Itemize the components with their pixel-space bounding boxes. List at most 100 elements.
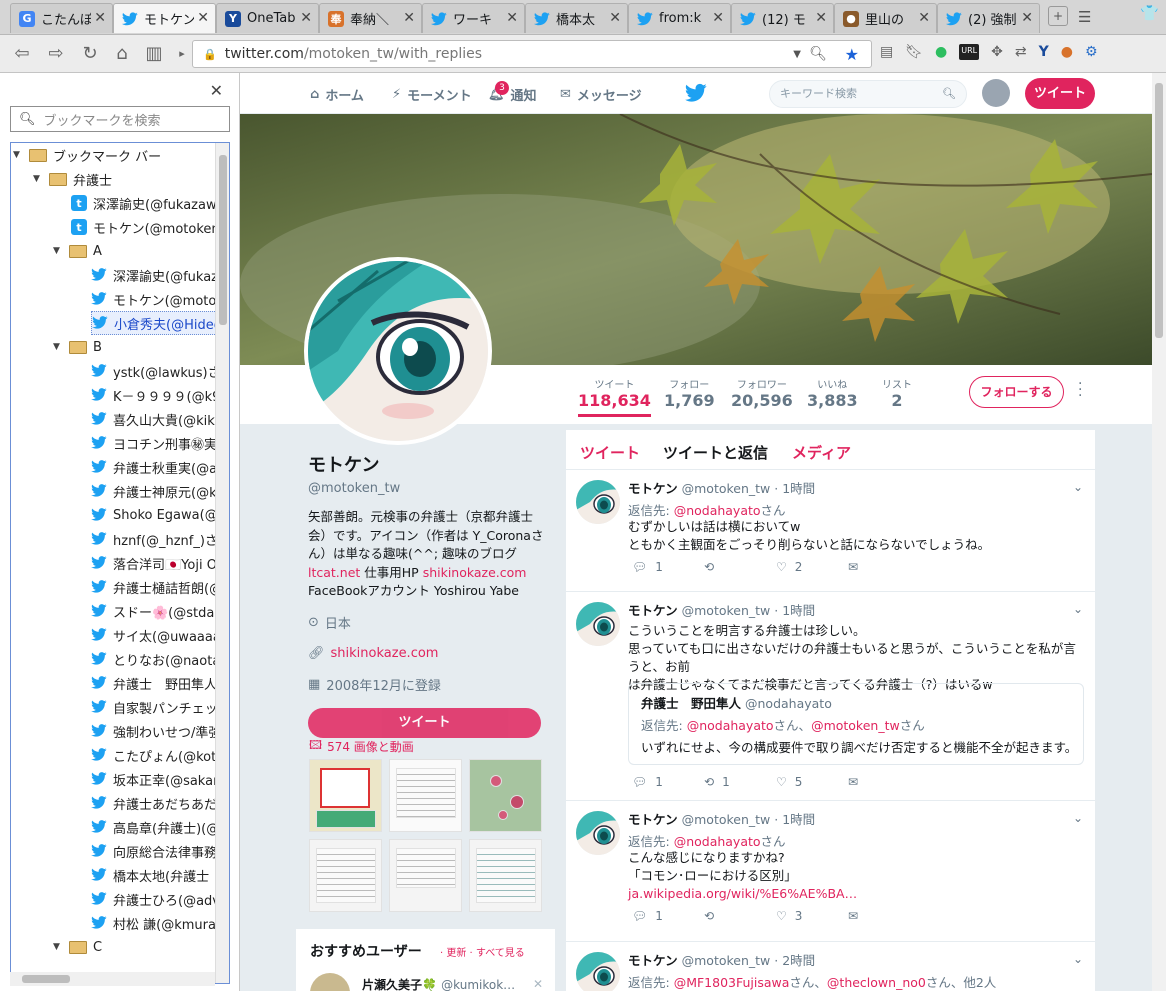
tweet-avatar[interactable] xyxy=(576,602,620,646)
media-thumbnail[interactable] xyxy=(389,839,462,912)
tree-scrollbar[interactable] xyxy=(215,143,229,983)
tweet[interactable]: モトケン @motoken_tw · 1時間 ⌄ 返信先: @nodahayatoさ… xyxy=(566,470,1095,592)
tab-9[interactable]: (2) 強制 ✕ xyxy=(937,3,1040,33)
bookmark-item[interactable]: 喜久山大貴(@kiku xyxy=(91,407,223,431)
media-thumbnail[interactable] xyxy=(469,759,542,832)
tab-close-icon[interactable]: ✕ xyxy=(197,10,209,26)
account-avatar[interactable] xyxy=(982,79,1010,107)
bookmark-star-icon[interactable]: ★ xyxy=(845,45,859,64)
chevron-down-icon[interactable]: ⌄ xyxy=(1073,811,1083,825)
tab-8[interactable]: ● 里山の ✕ xyxy=(834,3,937,33)
tab-2[interactable]: Y OneTab ✕ xyxy=(216,3,319,33)
bookmark-item[interactable]: 弁護士ひろ(@adv xyxy=(91,887,220,911)
bookmark-item[interactable]: 小倉秀夫(@Hideo xyxy=(91,311,229,335)
tree-horizontal-scrollbar[interactable] xyxy=(10,972,215,986)
media-thumbnail[interactable] xyxy=(469,839,542,912)
tab-close-icon[interactable]: ✕ xyxy=(94,10,106,26)
expand-arrow-icon[interactable]: ▼ xyxy=(53,246,63,256)
tab-5[interactable]: 橋本太 ✕ xyxy=(525,3,628,33)
tweet-author[interactable]: モトケン xyxy=(628,481,678,496)
tab-close-icon[interactable]: ✕ xyxy=(403,10,415,26)
reload-icon[interactable]: ↻ xyxy=(78,43,102,65)
new-tab-button[interactable]: + xyxy=(1048,6,1068,26)
compose-tweet-button[interactable]: ツイート xyxy=(1025,78,1095,109)
suggested-links[interactable]: · 更新 · すべて見る xyxy=(440,944,525,959)
tweet[interactable]: モトケン @motoken_tw · 1時間 ⌄ 返信先: @nodahayatoさ… xyxy=(566,801,1095,942)
bookmark-item[interactable]: 弁護士樋詰哲朗(@ xyxy=(91,575,222,599)
y-icon[interactable]: Y xyxy=(1039,44,1049,60)
chevron-down-icon[interactable]: ⌄ xyxy=(1073,480,1083,494)
nav-messages[interactable]: ✉ メッセージ xyxy=(560,85,642,104)
bookmark-item[interactable]: ヨコチン刑事㊙実況 xyxy=(91,431,229,455)
tab-close-icon[interactable]: ✕ xyxy=(300,10,312,26)
dropdown-icon[interactable]: ▼ xyxy=(793,49,801,60)
reply-mention[interactable]: @nodahayato xyxy=(674,503,761,518)
nav-home[interactable]: ⌂ ホーム xyxy=(310,85,364,104)
tab-tweets[interactable]: ツイート xyxy=(580,442,640,463)
tab-media[interactable]: メディア xyxy=(792,442,851,463)
retweet-button[interactable]: ⟲ xyxy=(704,560,776,574)
tweet-author[interactable]: モトケン xyxy=(628,953,678,968)
reply-mention[interactable]: @motoken_tw xyxy=(811,718,900,733)
tab-6[interactable]: from:k ✕ xyxy=(628,3,731,33)
tab-7[interactable]: (12) モ ✕ xyxy=(731,3,834,33)
website-link[interactable]: shikinokaze.com xyxy=(331,646,439,661)
move-icon[interactable]: ✥ xyxy=(991,44,1003,60)
url-bar[interactable]: 🔒 twitter.com/motoken_tw/with_replies ▼ … xyxy=(192,40,872,68)
bookmark-item[interactable]: t モトケン(@motoken_ xyxy=(71,215,226,239)
dm-button[interactable]: ✉ xyxy=(848,909,920,923)
follow-button[interactable]: フォローする xyxy=(969,376,1064,408)
like-button[interactable]: ♡ 3 xyxy=(776,909,848,923)
reply-button[interactable]: 💬︎ 1 xyxy=(632,909,704,923)
tab-3[interactable]: 奉奉納＼ ✕ xyxy=(319,3,422,33)
bookmark-item[interactable]: モトケン(@motok xyxy=(91,287,224,311)
page-scrollbar[interactable] xyxy=(1152,73,1166,991)
chevron-down-icon[interactable]: ⌄ xyxy=(1073,602,1083,616)
like-button[interactable]: ♡ 2 xyxy=(776,560,848,574)
expand-arrow-icon[interactable]: ▼ xyxy=(53,942,63,952)
expand-arrow-icon[interactable]: ▼ xyxy=(13,150,23,160)
url-icon[interactable]: URL xyxy=(959,44,980,60)
quoted-tweet[interactable]: 弁護士 野田隼人 @nodahayato 返信先: @nodahayatoさん、@… xyxy=(628,683,1084,765)
bookmark-search-input[interactable]: 🔍︎ ブックマークを検索 xyxy=(10,106,230,132)
home-icon[interactable]: ⌂ xyxy=(110,43,134,65)
suggested-user-name[interactable]: 片瀬久美子🍀 @kumikok… xyxy=(362,976,515,991)
media-thumbnail[interactable] xyxy=(309,839,382,912)
stat-0[interactable]: ツイート 118,634 xyxy=(578,376,651,417)
more-options-icon[interactable]: · · · xyxy=(1078,377,1082,403)
bookmark-item[interactable]: 弁護士神原元(@k xyxy=(91,479,217,503)
bio-link-blog[interactable]: ltcat.net xyxy=(308,565,360,580)
nav-moments[interactable]: ⚡︎ モーメント xyxy=(392,85,472,104)
tweet-author[interactable]: モトケン xyxy=(628,812,678,827)
tweet-author[interactable]: モトケン xyxy=(628,603,678,618)
tab-list-icon[interactable]: ☰ xyxy=(1078,8,1091,26)
bookmark-folder[interactable]: ▼ ブックマーク バー xyxy=(13,143,161,167)
expand-arrow-icon[interactable]: ▼ xyxy=(53,342,63,352)
account-icon[interactable]: ● xyxy=(1061,44,1073,60)
tweet-avatar[interactable] xyxy=(576,811,620,855)
sync-icon[interactable]: ⇄ xyxy=(1015,44,1027,60)
tab-4[interactable]: ワーキ ✕ xyxy=(422,3,525,33)
tab-close-icon[interactable]: ✕ xyxy=(918,10,930,26)
bookmark-item[interactable]: スドー🌸(@stdau xyxy=(91,599,223,623)
bookmark-item[interactable]: t 深澤諭史(@fukazawa xyxy=(71,191,225,215)
tweet-avatar[interactable] xyxy=(576,952,620,991)
retweet-button[interactable]: ⟲ xyxy=(704,909,776,923)
twitter-bird-icon[interactable] xyxy=(684,83,707,106)
tab-close-icon[interactable]: ✕ xyxy=(815,10,827,26)
quote-author[interactable]: 弁護士 野田隼人 xyxy=(641,696,741,711)
bookmark-item[interactable]: 弁護士あだちあだち xyxy=(91,791,229,815)
bookmark-item[interactable]: 弁護士 野田隼人 xyxy=(91,671,217,695)
profile-tweet-button[interactable]: ツイート xyxy=(308,707,541,738)
tab-0[interactable]: G こたんぽ ✕ xyxy=(10,3,113,33)
tab-tweets-replies[interactable]: ツイートと返信 xyxy=(663,442,768,463)
bookmark-item[interactable]: 高島章(弁護士)(@ xyxy=(91,815,219,839)
bookmark-item[interactable]: 村松 謙(@kmuran xyxy=(91,911,224,935)
bookmark-item[interactable]: 深澤諭史(@fukaz xyxy=(91,263,218,287)
chevron-down-icon[interactable]: ⌄ xyxy=(1073,952,1083,966)
profile-avatar[interactable] xyxy=(304,257,492,445)
reply-mention[interactable]: @theclown_no0 xyxy=(827,975,926,990)
zoom-icon[interactable]: 🔍︎ xyxy=(809,46,827,62)
bookmark-item[interactable]: 落合洋司🇯🇵Yoji O xyxy=(91,551,217,575)
tweet-avatar[interactable] xyxy=(576,480,620,524)
